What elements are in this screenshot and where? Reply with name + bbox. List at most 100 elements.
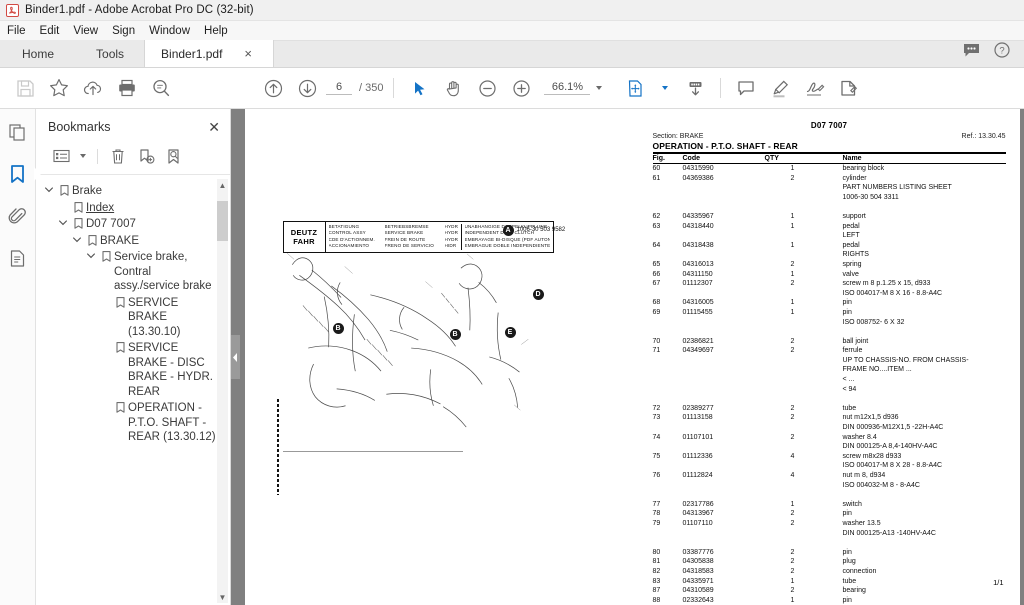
toolbar-divider-2 — [720, 78, 722, 98]
menu-help[interactable]: Help — [204, 25, 237, 37]
table-row: 66 04311150 1 valve — [653, 270, 1006, 280]
collapse-panel-handle[interactable] — [231, 335, 240, 379]
page-fit-display-icon[interactable] — [618, 71, 652, 105]
bookmark-item-label: OPERATION - P.T.O. SHAFT - REAR (13.30.1… — [128, 402, 216, 443]
menu-sign[interactable]: Sign — [112, 25, 144, 37]
cell-qty: 4 — [790, 452, 795, 460]
zoom-in-plus-icon[interactable] — [504, 71, 538, 105]
cell-qty: 2 — [790, 404, 795, 412]
cell-name: valve — [842, 270, 859, 278]
menu-window[interactable]: Window — [149, 25, 199, 37]
column-header-qty: QTY — [764, 155, 779, 162]
bookmark-item[interactable]: Service brake, Contral assy./service bra… — [36, 249, 230, 295]
cell-name: washer 8.4 — [842, 433, 877, 441]
chevron-down-icon[interactable] — [76, 145, 90, 167]
cell-code: 04318440 — [682, 222, 714, 230]
tab-document[interactable]: Binder1.pdf × — [144, 40, 275, 67]
bookmark-item[interactable]: SERVICE BRAKE (13.30.10) — [36, 295, 230, 341]
acrobat-icon — [6, 3, 19, 17]
menu-view[interactable]: View — [73, 25, 107, 37]
highlight-text-icon[interactable] — [763, 71, 797, 105]
close-icon[interactable]: × — [244, 47, 252, 60]
bookmark-item[interactable]: Index — [36, 200, 230, 217]
layers-page-icon[interactable] — [4, 245, 32, 271]
upload-to-cloud-icon[interactable] — [76, 71, 110, 105]
menu-edit[interactable]: Edit — [40, 25, 69, 37]
bookmark-item[interactable]: Brake — [36, 183, 230, 200]
scroll-mode-down-icon[interactable] — [678, 71, 712, 105]
cell-qty: 2 — [790, 587, 795, 595]
print-icon[interactable] — [110, 71, 144, 105]
chevron-down-icon[interactable] — [70, 234, 84, 243]
chevron-down-icon[interactable] — [662, 86, 669, 90]
select-cursor-icon[interactable] — [402, 71, 436, 105]
table-row: 69 01115455 1 pin — [653, 308, 1006, 318]
scroll-down-arrow-icon[interactable]: ▼ — [217, 591, 228, 603]
close-icon[interactable]: ✕ — [208, 120, 220, 134]
bookmark-item[interactable]: SERVICE BRAKE - DISC BRAKE - HYDR. REAR — [36, 340, 230, 400]
menu-bar: File Edit View Sign Window Help — [0, 21, 1024, 41]
cell-code: 01115455 — [682, 308, 713, 316]
cell-name: cylinder — [842, 174, 867, 182]
chevron-down-icon[interactable] — [84, 250, 98, 259]
tab-tools[interactable]: Tools — [76, 40, 145, 67]
comment-bubble-icon[interactable] — [963, 43, 980, 63]
menu-file[interactable]: File — [7, 25, 35, 37]
chevron-down-icon[interactable] — [42, 184, 56, 193]
cell-code: 04316005 — [682, 299, 714, 307]
cell-code: 04318583 — [682, 567, 714, 575]
zoom-level-input[interactable] — [544, 81, 591, 95]
tab-home[interactable]: Home — [0, 40, 77, 67]
bookmarks-tree[interactable]: Brake Index D07 7007 BRAKE Service brake, Co… — [36, 175, 230, 605]
chevron-down-icon[interactable] — [596, 86, 603, 90]
bookmarks-toolbar-divider — [97, 148, 98, 164]
delete-trash-icon[interactable] — [105, 145, 131, 167]
table-row: 79 01107110 2 washer 13.5 — [653, 519, 1006, 529]
bookmarks-toolbar — [36, 143, 230, 175]
hand-pan-icon[interactable] — [436, 71, 470, 105]
previous-page-up-arrow-icon[interactable] — [256, 71, 290, 105]
cell-fig: 70 — [652, 337, 661, 345]
add-stamp-icon[interactable] — [831, 71, 865, 105]
pdf-page: DEUTZ FAHR BETATIGUNG CONTROL ASSY CDE D… — [244, 109, 1020, 605]
bookmark-item[interactable]: OPERATION - P.T.O. SHAFT - REAR (13.30.1… — [36, 400, 230, 446]
find-text-magnifier-icon[interactable] — [144, 71, 178, 105]
page-fit-dropdown[interactable] — [652, 71, 678, 105]
bookmarks-panel: Bookmarks ✕ Brake Index D07 7007 BRAKE S… — [36, 109, 231, 605]
table-row: 70 02386821 2 ball joint — [653, 337, 1006, 347]
attachments-paperclip-icon[interactable] — [4, 203, 32, 229]
page-thumbnails-icon[interactable] — [4, 119, 32, 145]
cell-code: 04316013 — [682, 260, 714, 268]
table-row-spacer — [653, 538, 1006, 548]
brake-assembly-drawing — [286, 252, 528, 428]
chevron-down-icon[interactable] — [56, 217, 70, 226]
find-bookmark-icon[interactable] — [161, 145, 187, 167]
bookmarks-scrollbar[interactable]: ▲ ▼ — [217, 179, 228, 603]
save-floppy-icon[interactable] — [8, 71, 42, 105]
bookmarks-icon[interactable] — [4, 161, 32, 187]
reference-label: Ref.: 13.30.45 — [961, 133, 1006, 140]
cell-fig: 69 — [652, 308, 661, 316]
cell-code: 04335971 — [682, 577, 714, 585]
scrollbar-thumb[interactable] — [217, 201, 228, 241]
bookmark-item[interactable]: BRAKE — [36, 233, 230, 250]
add-comment-icon[interactable] — [729, 71, 763, 105]
bookmark-flag-icon — [70, 217, 86, 229]
cell-code: 04305838 — [682, 558, 714, 566]
table-row: 65 04316013 2 spring — [653, 260, 1006, 270]
cell-qty: 1 — [790, 308, 795, 316]
scroll-up-arrow-icon[interactable]: ▲ — [217, 179, 228, 191]
cell-name: support — [842, 212, 866, 220]
tab-bar-actions: ? — [963, 42, 1024, 67]
help-question-icon[interactable]: ? — [994, 42, 1010, 63]
cell-qty: 2 — [790, 174, 795, 182]
next-page-down-arrow-icon[interactable] — [290, 71, 324, 105]
bookmark-options-list-icon[interactable] — [48, 145, 74, 167]
cell-qty: 4 — [790, 472, 795, 479]
page-number-input[interactable] — [326, 81, 352, 95]
zoom-out-minus-icon[interactable] — [470, 71, 504, 105]
bookmark-item[interactable]: D07 7007 — [36, 216, 230, 233]
new-bookmark-plus-icon[interactable] — [133, 145, 159, 167]
add-signature-icon[interactable] — [797, 71, 831, 105]
add-to-favorites-star-icon[interactable] — [42, 71, 76, 105]
